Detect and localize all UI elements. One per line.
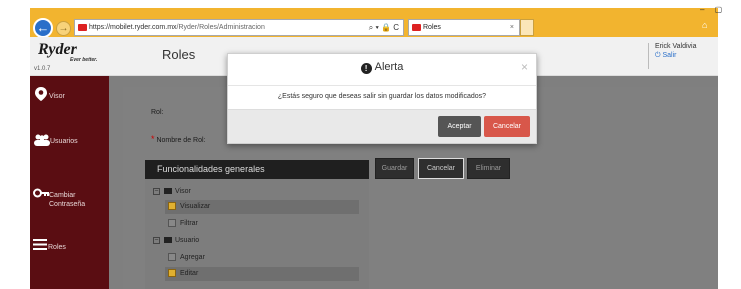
ryder-favicon-icon [412,24,421,31]
tree-label: Usuario [175,237,200,244]
window-controls[interactable]: – ▢ [700,5,726,14]
tab-close-icon[interactable]: × [510,20,514,35]
collapse-toggle-icon[interactable]: – [153,187,160,195]
dialog-cancel-button[interactable]: Cancelar [484,116,530,137]
users-icon [34,134,50,146]
exclamation-icon: ! [360,63,372,74]
dialog-footer: Aceptar Cancelar [228,109,536,143]
address-actions-icon[interactable]: ⌕ ▾ 🔒 C [369,20,399,35]
nombre-rol-label: * Nombre de Rol: [151,134,206,144]
url-path: /Ryder/Roles/Administracion [176,24,265,31]
collapse-toggle-icon[interactable]: – [153,236,160,244]
checkbox-unchecked[interactable] [168,219,176,228]
dialog-title-text: Alerta [374,61,404,73]
dialog-message: ¿Estás seguro que deseas salir sin guard… [228,85,536,107]
dialog-title: ! Alerta [228,61,536,74]
sidebar-item-label: Cambiar Contraseña [49,192,86,208]
delete-button[interactable]: Eliminar [467,158,510,179]
tree-group-usuario[interactable]: – Usuario [153,234,199,248]
sidebar: Visor Usuarios Cambiar Contraseña Roles [30,76,109,289]
tree-label: Filtrar [180,220,198,227]
back-arrow-icon[interactable]: ← [33,18,53,38]
tree-label: Agregar [180,254,205,261]
list-icon [33,239,47,250]
checkbox-unchecked[interactable] [168,253,176,262]
key-icon [33,188,49,198]
logo-tagline: Ever better. [70,57,98,63]
checkbox-checked[interactable] [168,202,176,211]
forward-arrow-icon[interactable]: → [56,21,71,36]
logout-label: Salir [662,52,677,59]
new-tab-button[interactable] [520,19,534,36]
browser-tab[interactable]: Roles × [408,19,520,36]
folder-icon [164,237,172,244]
functionalities-heading: Funcionalidades generales [145,160,369,179]
sidebar-item-label: Visor [49,93,65,100]
tree-group-visor[interactable]: – Visor [153,185,191,199]
logout-link[interactable]: ⏻ Salir [655,52,697,60]
accept-button[interactable]: Aceptar [438,116,481,137]
tree-item-filtrar[interactable]: Filtrar [168,217,198,231]
tree-label: Visualizar [180,203,211,210]
checkbox-checked[interactable] [168,269,176,278]
required-marker: * [151,134,155,144]
cancel-button[interactable]: Cancelar [418,158,464,179]
user-menu: Erick Valdivia ⏻ Salir [648,43,697,69]
home-icon[interactable]: ⌂ [702,20,707,30]
rol-label: Rol: [151,109,164,116]
close-icon[interactable]: × [521,60,528,74]
app-version: v1.0.7 [34,66,51,72]
map-pin-icon [35,87,47,101]
user-name: Erick Valdivia [655,43,697,50]
save-button[interactable]: Guardar [375,158,414,179]
sidebar-item-label: Usuarios [50,138,78,145]
ryder-favicon-icon [78,24,87,31]
alert-dialog: ! Alerta × ¿Estás seguro que deseas salir… [227,53,537,144]
address-bar[interactable]: https://mobilet.ryder.com.mx/Ryder/Roles… [74,19,404,36]
tab-title: Roles [423,24,441,31]
page-title: Roles [162,47,196,62]
url-host: https://mobilet.ryder.com.mx [89,24,177,31]
tree-item-visualizar[interactable]: Visualizar [165,200,359,214]
tree-label: Visor [175,188,191,195]
sidebar-item-label: Roles [48,244,66,251]
folder-icon [164,188,172,195]
power-icon: ⏻ [655,52,661,59]
browser-toolbar: ← → https://mobilet.ryder.com.mx/Ryder/R… [30,8,718,38]
tree-item-agregar[interactable]: Agregar [168,251,205,265]
nombre-rol-text: Nombre de Rol: [156,137,206,144]
functionalities-panel: Funcionalidades generales – Visor Visuali… [145,160,369,289]
tree-label: Editar [180,270,199,277]
dialog-header: ! Alerta × [228,54,536,81]
tree-item-editar[interactable]: Editar [165,267,359,281]
